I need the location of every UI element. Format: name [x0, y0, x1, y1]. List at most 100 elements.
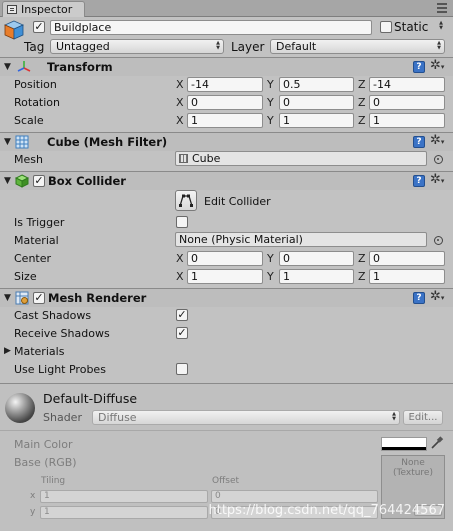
mesh-field[interactable]: Cube	[175, 151, 427, 166]
inspector-icon	[7, 5, 17, 14]
material-label: Material	[14, 234, 59, 247]
active-checkbox[interactable]: ✓	[33, 21, 45, 33]
scale-y-input[interactable]: 1	[279, 113, 354, 128]
mesh-asset-icon	[179, 154, 188, 163]
axis-z-label[interactable]: Z	[358, 114, 366, 127]
box-collider-icon	[14, 174, 30, 191]
gear-icon[interactable]: ✲▾	[430, 173, 444, 187]
size-x-input[interactable]: 1	[187, 269, 263, 284]
object-name-input[interactable]: Buildplace	[50, 20, 372, 35]
scale-z-input[interactable]: 1	[369, 113, 445, 128]
rotation-z-input[interactable]: 0	[369, 95, 445, 110]
materials-foldout-icon[interactable]: ▶	[4, 346, 11, 356]
physic-material-field[interactable]: None (Physic Material)	[175, 232, 427, 247]
scale-x-input[interactable]: 1	[187, 113, 263, 128]
object-picker-icon[interactable]	[434, 155, 443, 164]
static-label: Static	[394, 20, 429, 34]
tab-inspector[interactable]: Inspector	[2, 1, 85, 17]
position-x-input[interactable]: -14	[187, 77, 263, 92]
tag-label: Tag	[24, 40, 45, 54]
tiling-x-axis-label: x	[30, 491, 36, 501]
rotation-x-input[interactable]: 0	[187, 95, 263, 110]
center-z-input[interactable]: 0	[369, 251, 445, 266]
is-trigger-label: Is Trigger	[14, 216, 65, 229]
mesh-renderer-icon	[15, 291, 29, 308]
static-dropdown-arrow[interactable]	[432, 20, 446, 35]
axis-y-label[interactable]: Y	[267, 96, 274, 109]
box-collider-foldout-icon[interactable]: ▼	[4, 176, 11, 186]
offset-x-input[interactable]: 0	[211, 490, 378, 503]
position-label: Position	[14, 78, 57, 91]
tiling-x-input[interactable]: 1	[40, 490, 208, 503]
alpha-bar	[382, 447, 426, 450]
axis-z-label[interactable]: Z	[358, 270, 366, 283]
tag-dropdown[interactable]: Untagged	[50, 39, 224, 54]
tab-inspector-label: Inspector	[21, 3, 73, 16]
center-y-input[interactable]: 0	[279, 251, 354, 266]
mesh-filter-title: Cube (Mesh Filter)	[47, 135, 168, 149]
layer-dropdown[interactable]: Default	[270, 39, 445, 54]
axis-z-label[interactable]: Z	[358, 78, 366, 91]
receive-shadows-label: Receive Shadows	[14, 327, 110, 340]
materials-label[interactable]: Materials	[14, 345, 64, 358]
position-z-input[interactable]: -14	[369, 77, 445, 92]
axis-x-label[interactable]: X	[176, 270, 184, 283]
cast-shadows-checkbox[interactable]: ✓	[176, 309, 188, 321]
axis-x-label[interactable]: X	[176, 252, 184, 265]
material-preview-sphere	[5, 393, 35, 423]
gameobject-icon	[4, 20, 24, 43]
offset-label: Offset	[212, 476, 240, 486]
position-y-input[interactable]: 0.5	[279, 77, 354, 92]
axis-y-label[interactable]: Y	[267, 270, 274, 283]
texture-type-label: (Texture)	[393, 468, 433, 478]
cast-shadows-label: Cast Shadows	[14, 309, 92, 322]
help-icon[interactable]: ?	[413, 61, 425, 73]
gear-icon[interactable]: ✲▾	[430, 290, 444, 304]
is-trigger-checkbox[interactable]	[176, 216, 188, 228]
mesh-label: Mesh	[14, 153, 43, 166]
transform-icon	[17, 60, 31, 77]
mesh-renderer-foldout-icon[interactable]: ▼	[4, 293, 11, 303]
shader-dropdown[interactable]: Diffuse	[92, 410, 400, 425]
static-checkbox[interactable]	[380, 21, 392, 33]
mesh-renderer-title: Mesh Renderer	[48, 291, 147, 305]
use-light-probes-checkbox[interactable]	[176, 363, 188, 375]
transform-title: Transform	[47, 60, 113, 74]
mesh-renderer-enabled-checkbox[interactable]: ✓	[33, 292, 45, 304]
mesh-filter-foldout-icon[interactable]: ▼	[4, 137, 11, 147]
size-label: Size	[14, 270, 37, 283]
help-icon[interactable]: ?	[413, 175, 425, 187]
help-icon[interactable]: ?	[413, 292, 425, 304]
axis-z-label[interactable]: Z	[358, 252, 366, 265]
size-z-input[interactable]: 1	[369, 269, 445, 284]
help-icon[interactable]: ?	[413, 136, 425, 148]
tab-bar: Inspector	[0, 0, 453, 17]
eyedropper-icon[interactable]	[430, 436, 444, 453]
transform-foldout-icon[interactable]: ▼	[4, 62, 11, 72]
tiling-y-input[interactable]: 1	[40, 506, 208, 519]
watermark: https://blog.csdn.net/qq_764424567	[208, 503, 445, 518]
tab-menu-icon[interactable]	[437, 3, 447, 15]
axis-x-label[interactable]: X	[176, 114, 184, 127]
edit-collider-button[interactable]	[175, 190, 197, 211]
edit-shader-button[interactable]: Edit...	[403, 410, 443, 425]
axis-x-label[interactable]: X	[176, 96, 184, 109]
center-x-input[interactable]: 0	[187, 251, 263, 266]
axis-y-label[interactable]: Y	[267, 78, 274, 91]
object-picker-icon[interactable]	[434, 236, 443, 245]
axis-x-label[interactable]: X	[176, 78, 184, 91]
box-collider-title: Box Collider	[48, 174, 126, 188]
size-y-input[interactable]: 1	[279, 269, 354, 284]
main-color-swatch[interactable]	[381, 437, 427, 451]
box-collider-enabled-checkbox[interactable]: ✓	[33, 175, 45, 187]
mesh-grid-icon	[15, 135, 29, 152]
gear-icon[interactable]: ✲▾	[430, 134, 444, 148]
shader-label: Shader	[43, 411, 82, 424]
texture-none-label: None	[401, 458, 425, 468]
gear-icon[interactable]: ✲▾	[430, 59, 444, 73]
axis-y-label[interactable]: Y	[267, 114, 274, 127]
axis-y-label[interactable]: Y	[267, 252, 274, 265]
rotation-y-input[interactable]: 0	[279, 95, 354, 110]
receive-shadows-checkbox[interactable]: ✓	[176, 327, 188, 339]
axis-z-label[interactable]: Z	[358, 96, 366, 109]
